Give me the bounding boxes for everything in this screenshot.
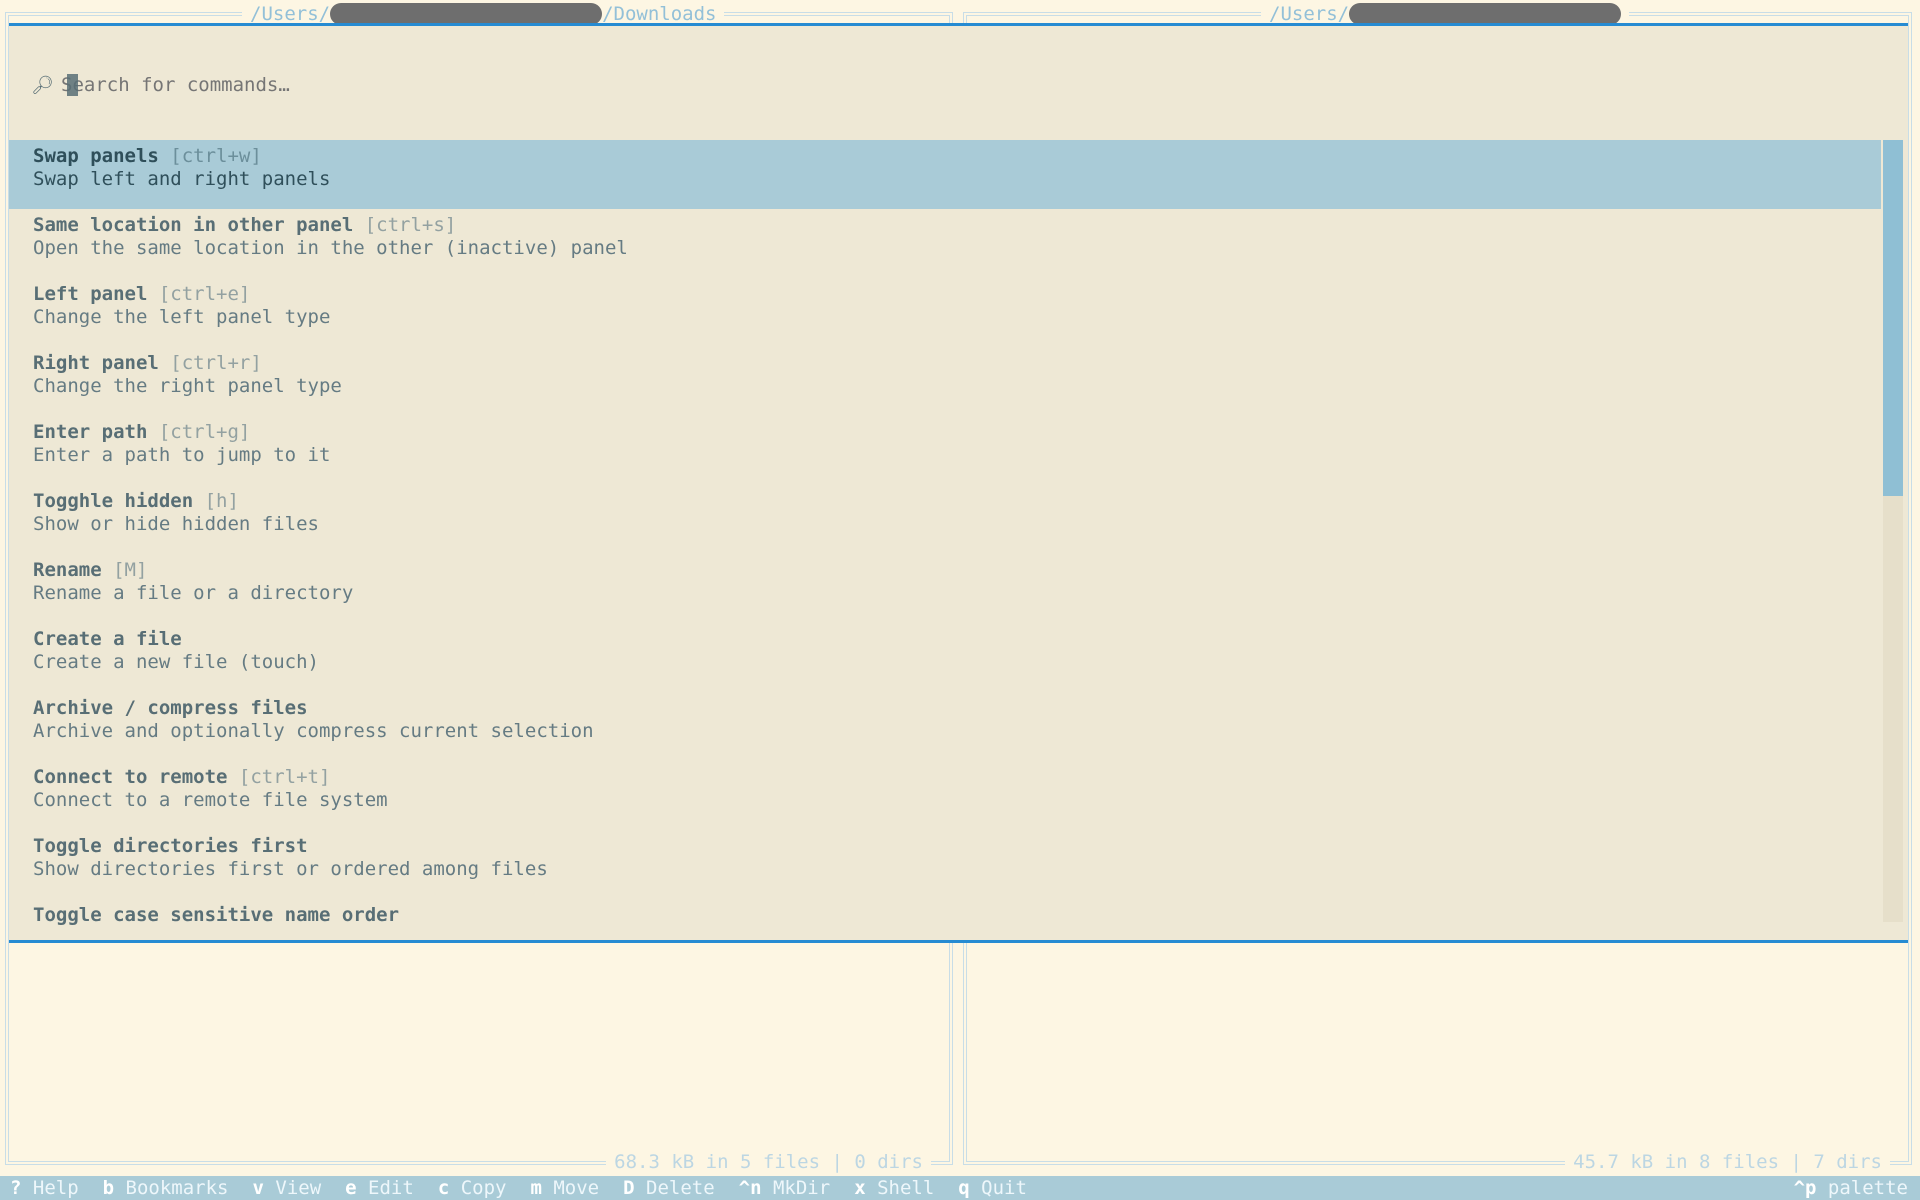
shortcut-delete[interactable]: D Delete [623, 1177, 715, 1199]
command-description: Enter a path to jump to it [33, 444, 331, 466]
command-item[interactable]: Right panel [ctrl+r] Change the right pa… [9, 347, 1881, 416]
command-description: Archive and optionally compress current … [33, 720, 594, 742]
command-palette: 🔎︎ Swap panels [ctrl+w] Swap left and ri… [9, 23, 1908, 943]
command-title: Swap panels [33, 145, 159, 167]
left-path-suffix: /Downloads [602, 3, 717, 25]
shortcut-edit[interactable]: e Edit [345, 1177, 414, 1199]
shortcut-help[interactable]: ? Help [10, 1177, 79, 1199]
command-shortcut: [ctrl+t] [227, 766, 331, 788]
command-title: Rename [33, 559, 102, 581]
command-title: Enter path [33, 421, 148, 443]
command-item[interactable]: Connect to remote [ctrl+t] Connect to a … [9, 761, 1881, 830]
shortcut-move[interactable]: m Move [530, 1177, 599, 1199]
scrollbar-thumb[interactable] [1883, 140, 1903, 496]
command-description: Change the left panel type [33, 306, 331, 328]
left-panel-path: /Users/ /Downloads [242, 3, 725, 25]
command-shortcut: [ctrl+s] [353, 214, 457, 236]
command-title: Create a file [33, 628, 182, 650]
search-row: 🔎︎ [31, 71, 661, 99]
command-shortcut: [ctrl+r] [158, 352, 262, 374]
right-path-prefix: /Users/ [1269, 3, 1350, 25]
command-description: Rename a file or a directory [33, 582, 354, 604]
command-title: Togghle hidden [33, 490, 194, 512]
command-description: Connect to a remote file system [33, 789, 388, 811]
command-item[interactable]: Rename [M] Rename a file or a directory [9, 554, 1881, 623]
command-description: Show directories first or ordered among … [33, 858, 548, 880]
command-description: Swap left and right panels [33, 168, 331, 190]
command-shortcut: [ctrl+e] [147, 283, 251, 305]
redacted-username [1349, 3, 1622, 25]
command-shortcut: [M] [101, 559, 148, 581]
command-item[interactable]: Togghle hidden [h] Show or hide hidden f… [9, 485, 1881, 554]
shortcut-mkdir[interactable]: ^n MkDir [739, 1177, 831, 1199]
shortcut-copy[interactable]: c Copy [438, 1177, 507, 1199]
command-item[interactable]: Left panel [ctrl+e] Change the left pane… [9, 278, 1881, 347]
command-shortcut: [ctrl+g] [147, 421, 251, 443]
left-panel-summary: 68.3 kB in 5 files | 0 dirs [606, 1151, 931, 1173]
command-item[interactable]: Same location in other panel [ctrl+s] Op… [9, 209, 1881, 278]
command-item[interactable]: Toggle directories first Show directorie… [9, 830, 1881, 899]
magnifier-icon: 🔎︎ [31, 74, 54, 96]
shortcut-quit[interactable]: q Quit [958, 1177, 1027, 1199]
shortcut-view[interactable]: v View [253, 1177, 322, 1199]
command-shortcut: [h] [193, 490, 239, 512]
command-shortcut: [ctrl+w] [158, 145, 262, 167]
command-title: Toggle case sensitive name order [33, 904, 400, 926]
command-title: Toggle directories first [33, 835, 308, 857]
command-description: Show or hide hidden files [33, 513, 319, 535]
command-title: Archive / compress files [33, 697, 308, 719]
command-title: Same location in other panel [33, 214, 354, 236]
command-title: Left panel [33, 283, 148, 305]
command-item[interactable]: Create a file Create a new file (touch) [9, 623, 1881, 692]
command-list-scrollbar[interactable] [1883, 140, 1903, 922]
shortcut-list: ? Help b Bookmarks v View e Edit c Copy m Mov… [10, 1177, 1051, 1199]
command-item[interactable]: Swap panels [ctrl+w] Swap left and right… [9, 140, 1881, 209]
right-panel-summary: 45.7 kB in 8 files | 7 dirs [1565, 1151, 1890, 1173]
command-title: Right panel [33, 352, 159, 374]
command-description: Change the right panel type [33, 375, 342, 397]
redacted-username [330, 3, 603, 25]
command-title: Connect to remote [33, 766, 228, 788]
palette-shortcut[interactable]: ^p palette [1794, 1176, 1908, 1200]
text-cursor [67, 74, 78, 96]
shortcut-bar: ? Help b Bookmarks v View e Edit c Copy m Mov… [0, 1176, 1920, 1200]
command-item[interactable]: Enter path [ctrl+g] Enter a path to jump… [9, 416, 1881, 485]
command-description: Create a new file (touch) [33, 651, 319, 673]
left-path-prefix: /Users/ [250, 3, 331, 25]
command-search-input[interactable] [61, 74, 661, 96]
command-item[interactable]: Toggle case sensitive name order [9, 899, 1881, 968]
shortcut-bookmarks[interactable]: b Bookmarks [103, 1177, 229, 1199]
command-description: Open the same location in the other (ina… [33, 237, 628, 259]
command-item[interactable]: Archive / compress files Archive and opt… [9, 692, 1881, 761]
shortcut-shell[interactable]: x Shell [854, 1177, 934, 1199]
right-panel-path: /Users/ [1261, 3, 1630, 25]
command-list: Swap panels [ctrl+w] Swap left and right… [9, 140, 1881, 968]
